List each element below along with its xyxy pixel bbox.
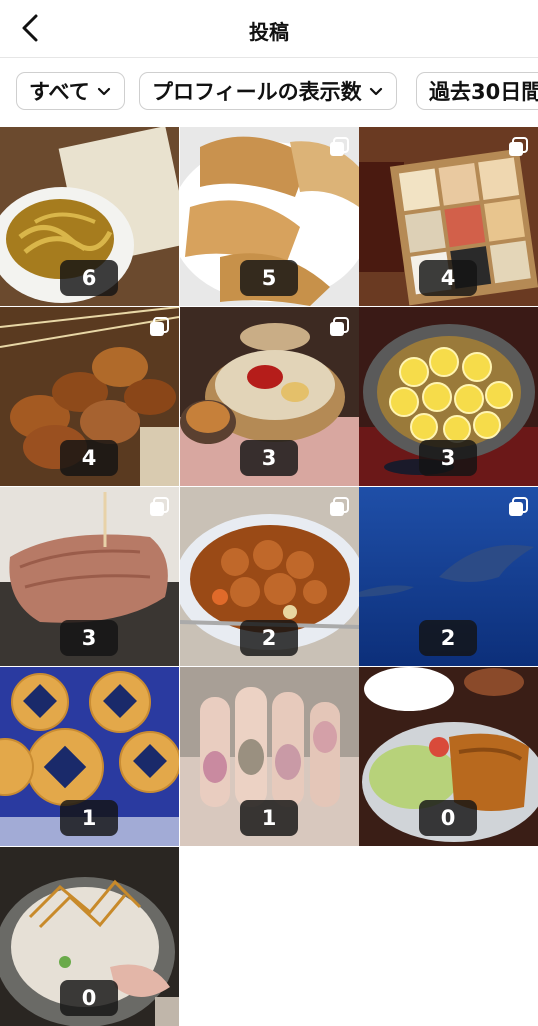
post-count-badge: 4 <box>419 260 477 296</box>
post-thumbnail[interactable]: 0 <box>0 847 179 1026</box>
multiple-photos-icon <box>509 497 528 516</box>
multiple-photos-icon <box>150 317 169 336</box>
post-thumbnail[interactable]: 1 <box>0 667 179 846</box>
chevron-down-icon <box>97 87 110 96</box>
multiple-photos-icon <box>330 317 349 336</box>
post-thumbnail[interactable]: 3 <box>359 307 538 486</box>
page-title: 投稿 <box>249 20 289 44</box>
post-thumbnail[interactable]: 3 <box>0 487 179 666</box>
post-count-badge: 3 <box>419 440 477 476</box>
post-count-badge: 5 <box>240 260 298 296</box>
post-count-badge: 4 <box>60 440 118 476</box>
post-count-badge: 1 <box>240 800 298 836</box>
multiple-photos-icon <box>330 497 349 516</box>
post-thumbnail[interactable]: 4 <box>0 307 179 486</box>
post-thumbnail[interactable]: 2 <box>359 487 538 666</box>
multiple-photos-icon <box>150 497 169 516</box>
post-thumbnail[interactable]: 1 <box>180 667 359 846</box>
multiple-photos-icon <box>330 137 349 156</box>
post-count-badge: 2 <box>240 620 298 656</box>
filter-type-dropdown[interactable]: すべて <box>16 72 125 110</box>
post-thumbnail[interactable]: 5 <box>180 127 359 306</box>
post-count-badge: 3 <box>60 620 118 656</box>
filter-period-dropdown[interactable]: 過去30日間 <box>416 72 538 110</box>
chevron-down-icon <box>369 87 382 96</box>
filter-metric-dropdown[interactable]: プロフィールの表示数 <box>139 72 397 110</box>
post-count-badge: 1 <box>60 800 118 836</box>
filter-type-label: すべて <box>29 80 90 104</box>
post-thumbnail[interactable]: 3 <box>180 307 359 486</box>
filter-bar: すべて プロフィールの表示数 過去30日間 <box>0 58 538 126</box>
post-count-badge: 0 <box>419 800 477 836</box>
filter-period-label: 過去30日間 <box>429 80 538 104</box>
post-thumbnail[interactable]: 4 <box>359 127 538 306</box>
post-count-badge: 6 <box>60 260 118 296</box>
filter-metric-label: プロフィールの表示数 <box>152 80 362 104</box>
post-thumbnail[interactable]: 2 <box>180 487 359 666</box>
post-thumbnail[interactable]: 0 <box>359 667 538 846</box>
post-count-badge: 0 <box>60 980 118 1016</box>
post-count-badge: 3 <box>240 440 298 476</box>
top-bar: 投稿 <box>0 0 538 58</box>
multiple-photos-icon <box>509 137 528 156</box>
post-count-badge: 2 <box>419 620 477 656</box>
post-thumbnail[interactable]: 6 <box>0 127 179 306</box>
